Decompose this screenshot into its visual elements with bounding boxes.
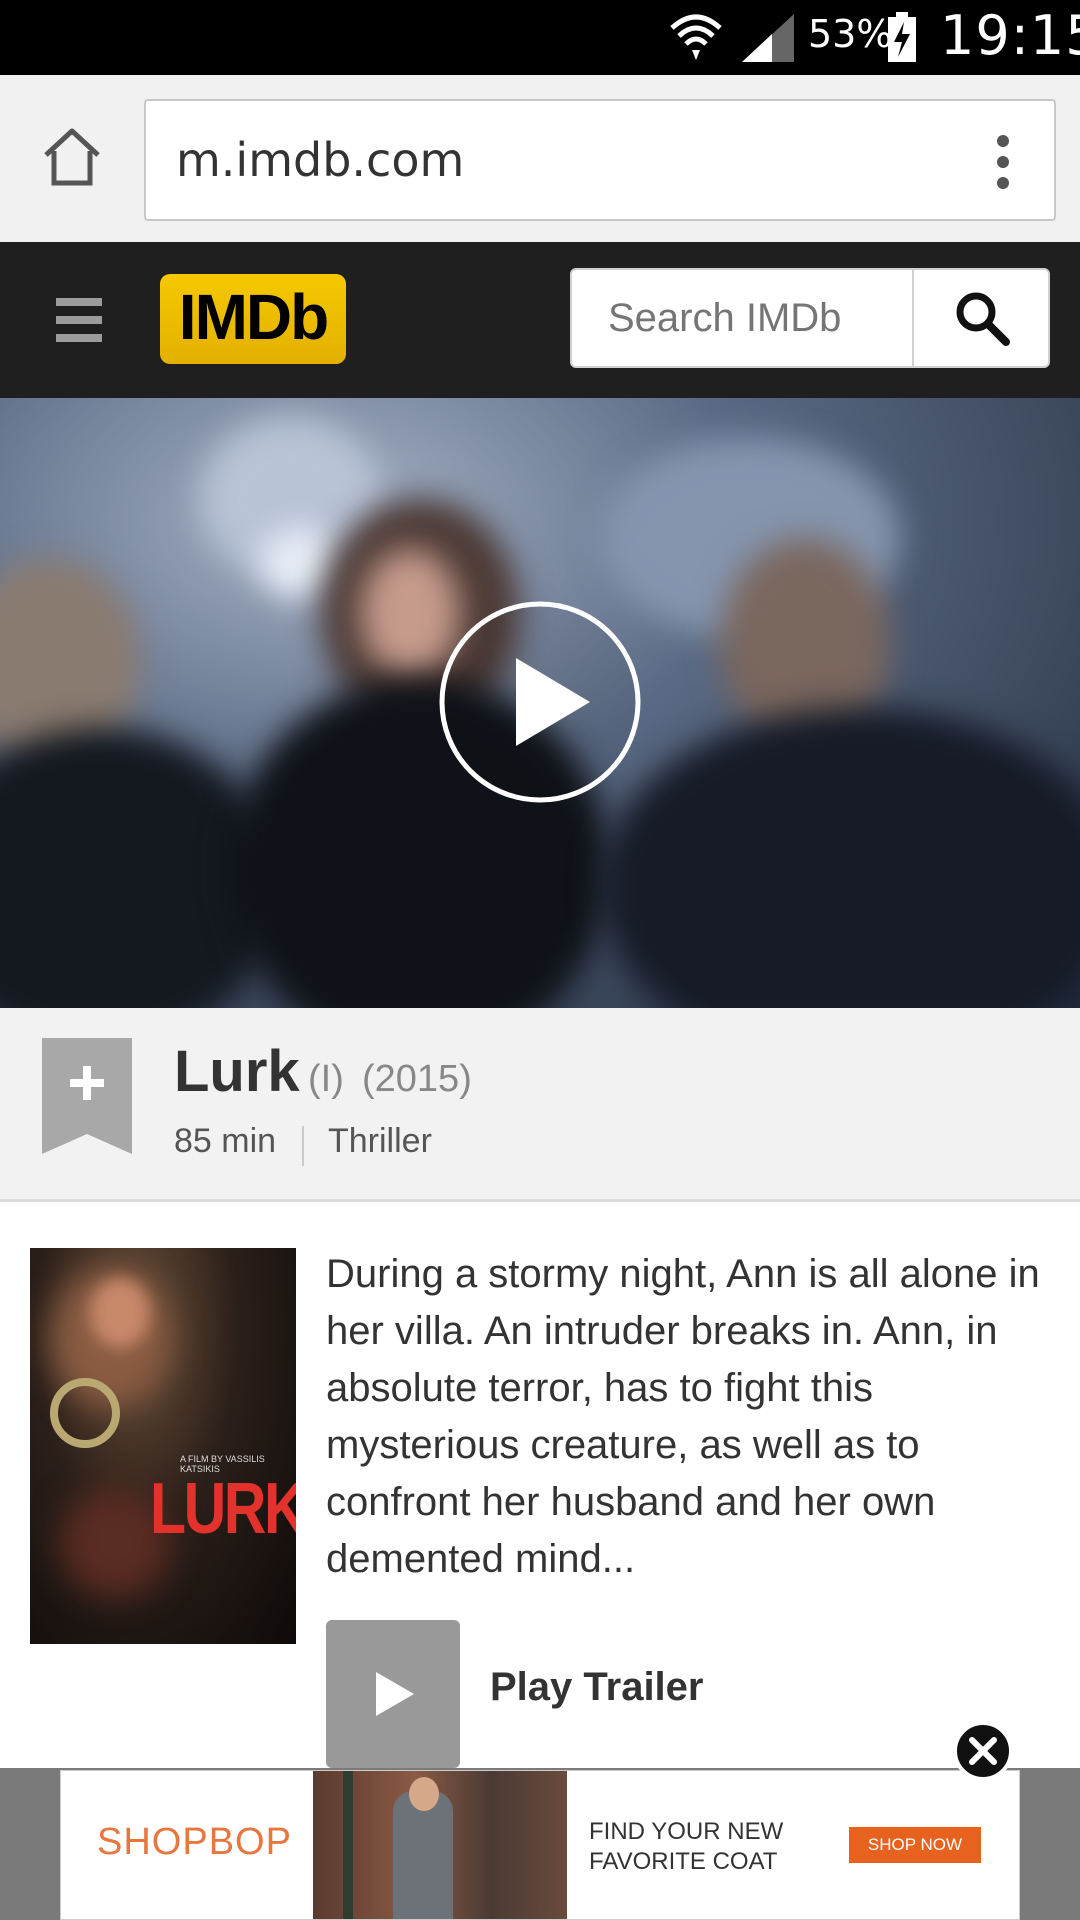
poster-title: LURK [150,1469,296,1549]
home-icon[interactable] [40,125,104,189]
play-trailer-label[interactable]: Play Trailer [490,1665,703,1710]
trailer-video[interactable] [0,398,1080,1008]
overflow-menu-icon[interactable] [988,133,1018,191]
movie-title: Lurk [174,1039,300,1104]
title-section: Lurk (I) (2015) 85 min Thriller [0,1008,1080,1202]
title-disambiguation: (I) [308,1058,344,1100]
hamburger-menu-icon[interactable] [56,298,102,342]
movie-poster[interactable]: A FILM BY VASSILIS KATSIKIS LURK [30,1248,296,1644]
url-text: m.imdb.com [176,133,465,187]
browser-toolbar: m.imdb.com [0,75,1080,242]
site-header: IMDb [0,242,1080,398]
battery-icon [888,12,916,62]
search-icon [956,292,1010,346]
genre-link[interactable]: Thriller [328,1122,432,1161]
clock: 19:15 [940,4,1080,67]
address-bar[interactable]: m.imdb.com [144,99,1056,221]
add-to-watchlist-icon[interactable] [42,1038,132,1154]
search-button[interactable] [912,268,1050,368]
play-trailer-button[interactable] [326,1620,460,1768]
ad-brand: SHOPBOP [97,1821,292,1863]
poster-rope [50,1378,120,1448]
shop-now-button[interactable]: SHOP NOW [849,1827,981,1863]
play-icon [376,1672,414,1716]
ad-headline: FIND YOUR NEW FAVORITE COAT [589,1818,784,1875]
runtime: 85 min [174,1122,277,1160]
play-video-icon[interactable] [438,600,642,804]
ad-image [313,1771,567,1919]
status-bar: 53% 19:15 [0,0,1080,75]
battery-percent: 53% [808,12,893,56]
movie-year: (2015) [362,1058,472,1100]
divider [302,1126,304,1166]
banner-ad[interactable]: SHOPBOP FIND YOUR NEW FAVORITE COAT SHOP… [60,1770,1020,1920]
wifi-icon [670,14,722,60]
close-ad-icon[interactable] [952,1720,1014,1782]
search-input[interactable] [570,268,914,368]
imdb-logo[interactable]: IMDb [160,274,346,364]
signal-icon [742,14,794,62]
logo-text: IMDb [178,281,329,353]
plot-summary: During a stormy night, Ann is all alone … [326,1252,1040,1581]
